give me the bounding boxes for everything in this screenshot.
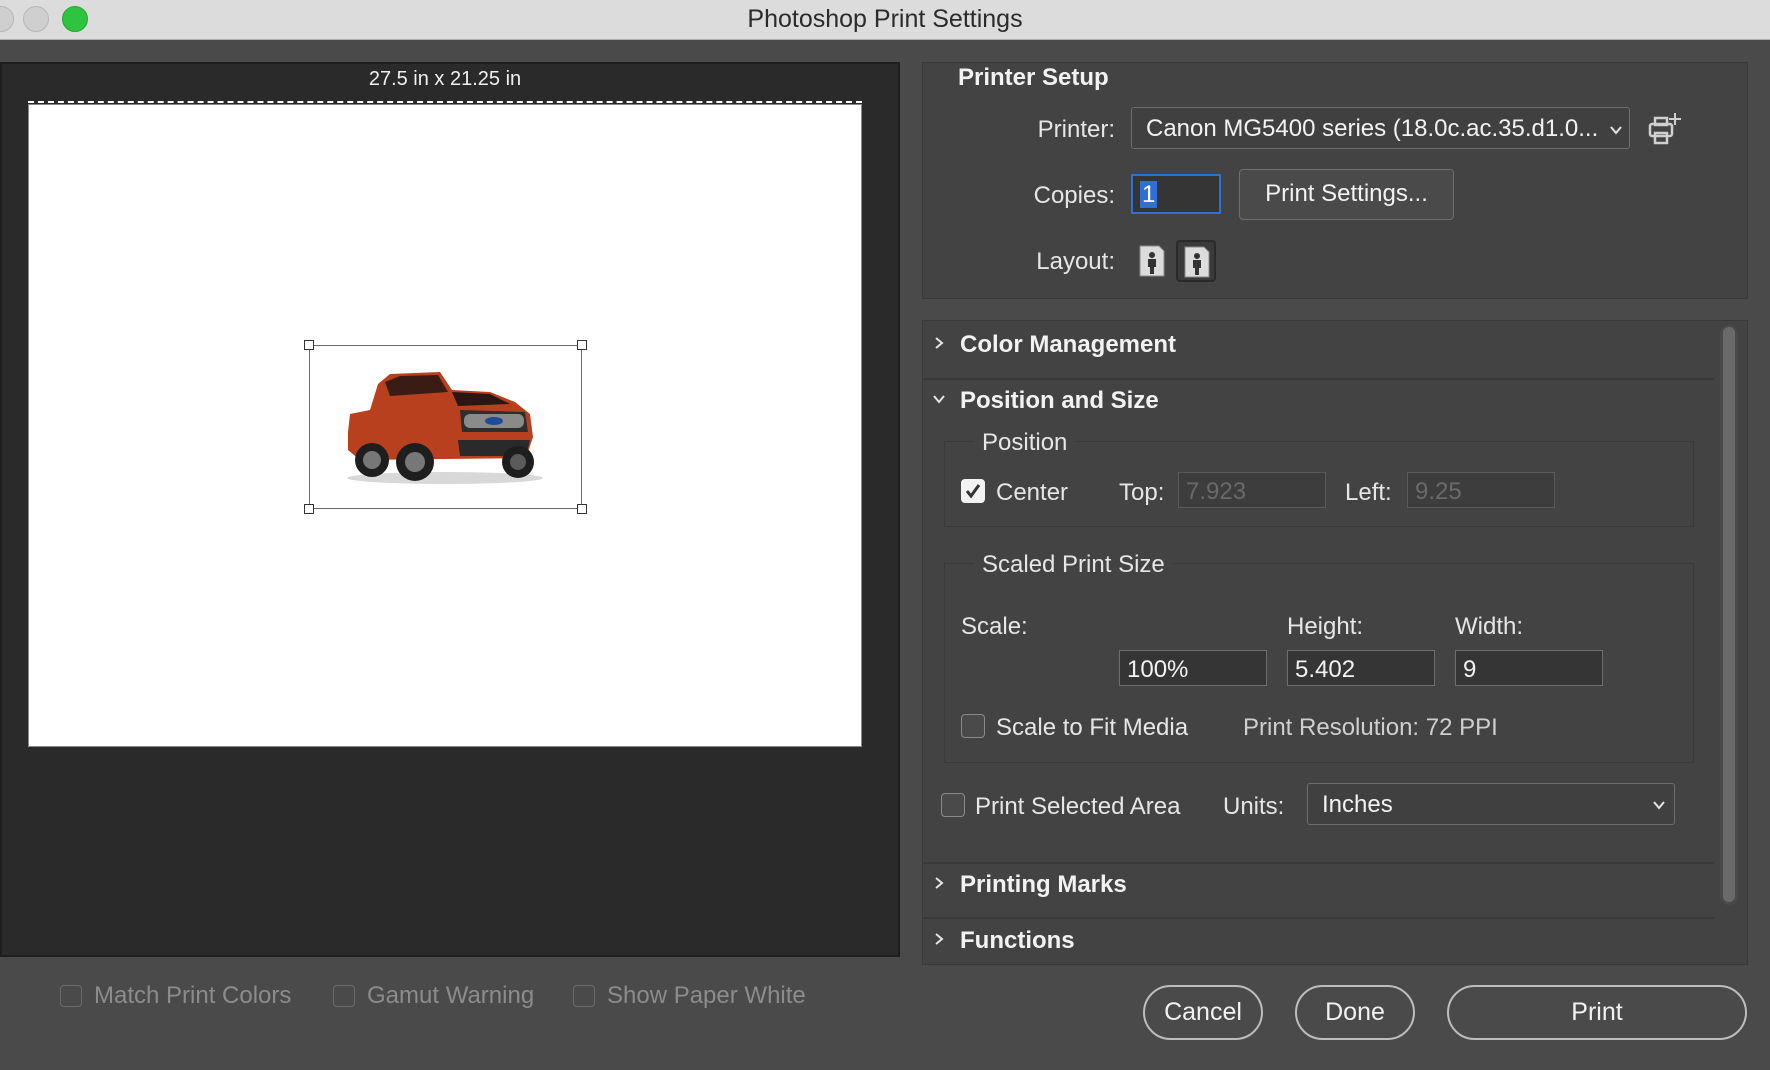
section-divider bbox=[922, 862, 1714, 864]
chevron-right-icon[interactable] bbox=[932, 932, 946, 946]
chevron-down-icon bbox=[1610, 126, 1622, 135]
match-print-colors-checkbox bbox=[60, 985, 82, 1007]
print-selected-area-checkbox[interactable] bbox=[941, 793, 965, 817]
add-printer-icon[interactable] bbox=[1646, 110, 1686, 148]
left-input: 9.25 bbox=[1407, 472, 1555, 508]
position-title: Position bbox=[974, 429, 1076, 457]
height-label: Height: bbox=[1287, 613, 1364, 640]
match-print-colors-option: Match Print Colors bbox=[60, 982, 291, 1010]
gamut-warning-label: Gamut Warning bbox=[367, 982, 535, 1009]
checkmark-icon bbox=[965, 484, 981, 499]
scale-to-fit-label: Scale to Fit Media bbox=[996, 714, 1189, 741]
chevron-down-icon bbox=[1653, 801, 1665, 810]
top-label: Top: bbox=[1119, 479, 1165, 506]
width-input[interactable]: 9 bbox=[1455, 650, 1603, 686]
gamut-warning-option: Gamut Warning bbox=[333, 982, 534, 1010]
chevron-right-icon[interactable] bbox=[932, 336, 946, 350]
print-resolution-label: Print Resolution: 72 PPI bbox=[1243, 714, 1498, 741]
copies-label: Copies: bbox=[1033, 182, 1115, 209]
layout-landscape-button[interactable] bbox=[1176, 240, 1216, 282]
scale-input[interactable]: 100% bbox=[1119, 650, 1267, 686]
paper-size-label: 27.5 in x 21.25 in bbox=[368, 68, 522, 90]
printer-label: Printer: bbox=[1037, 116, 1115, 143]
height-input[interactable]: 5.402 bbox=[1287, 650, 1435, 686]
scrollbar-thumb[interactable] bbox=[1723, 327, 1735, 902]
color-management-header[interactable]: Color Management bbox=[960, 331, 1176, 359]
printer-select[interactable]: Canon MG5400 series (18.0c.ac.35.d1.0... bbox=[1131, 107, 1630, 149]
show-paper-white-label: Show Paper White bbox=[607, 982, 806, 1009]
center-checkbox[interactable] bbox=[961, 479, 985, 503]
center-label: Center bbox=[996, 479, 1069, 506]
scaled-print-size-title: Scaled Print Size bbox=[974, 551, 1173, 579]
match-print-colors-label: Match Print Colors bbox=[94, 982, 292, 1009]
resize-handle-bottom-left[interactable] bbox=[304, 504, 314, 514]
section-divider bbox=[922, 917, 1714, 919]
resize-handle-top-left[interactable] bbox=[304, 340, 314, 350]
cancel-button[interactable]: Cancel bbox=[1143, 985, 1263, 1040]
width-label: Width: bbox=[1455, 613, 1524, 640]
paper-top-edge bbox=[28, 101, 862, 103]
units-select[interactable]: Inches bbox=[1307, 783, 1675, 825]
scale-label: Scale: bbox=[961, 613, 1028, 640]
copies-value: 1 bbox=[1140, 181, 1158, 208]
resize-handle-bottom-right[interactable] bbox=[577, 504, 587, 514]
layout-portrait-button[interactable] bbox=[1137, 243, 1167, 279]
print-selected-area-label: Print Selected Area bbox=[975, 793, 1181, 820]
show-paper-white-option: Show Paper White bbox=[573, 982, 806, 1010]
printer-value: Canon MG5400 series (18.0c.ac.35.d1.0... bbox=[1146, 115, 1599, 142]
print-button[interactable]: Print bbox=[1447, 985, 1747, 1040]
chevron-down-icon[interactable] bbox=[932, 392, 946, 406]
section-divider bbox=[922, 378, 1714, 380]
units-label: Units: bbox=[1223, 793, 1285, 820]
landscape-layout-icon bbox=[1184, 246, 1210, 278]
chevron-right-icon[interactable] bbox=[932, 876, 946, 890]
layout-label: Layout: bbox=[1036, 248, 1115, 275]
units-value: Inches bbox=[1322, 791, 1393, 818]
resize-handle-top-right[interactable] bbox=[577, 340, 587, 350]
top-input: 7.923 bbox=[1178, 472, 1326, 508]
printer-setup-title: Printer Setup bbox=[958, 64, 1109, 91]
window-title: Photoshop Print Settings bbox=[747, 5, 1023, 33]
print-settings-button[interactable]: Print Settings... bbox=[1239, 169, 1454, 220]
functions-header[interactable]: Functions bbox=[960, 927, 1075, 955]
copies-input[interactable]: 1 bbox=[1131, 174, 1221, 214]
settings-scrollbar[interactable] bbox=[1720, 325, 1738, 905]
show-paper-white-checkbox bbox=[573, 985, 595, 1007]
gamut-warning-checkbox bbox=[333, 985, 355, 1007]
scale-to-fit-checkbox[interactable] bbox=[961, 714, 985, 738]
printing-marks-header[interactable]: Printing Marks bbox=[960, 871, 1127, 899]
truck-image bbox=[347, 372, 543, 484]
left-label: Left: bbox=[1345, 479, 1392, 506]
done-button[interactable]: Done bbox=[1295, 985, 1415, 1040]
position-and-size-header[interactable]: Position and Size bbox=[960, 387, 1159, 415]
portrait-layout-icon bbox=[1139, 245, 1165, 277]
title-bar: Photoshop Print Settings bbox=[0, 0, 1770, 40]
